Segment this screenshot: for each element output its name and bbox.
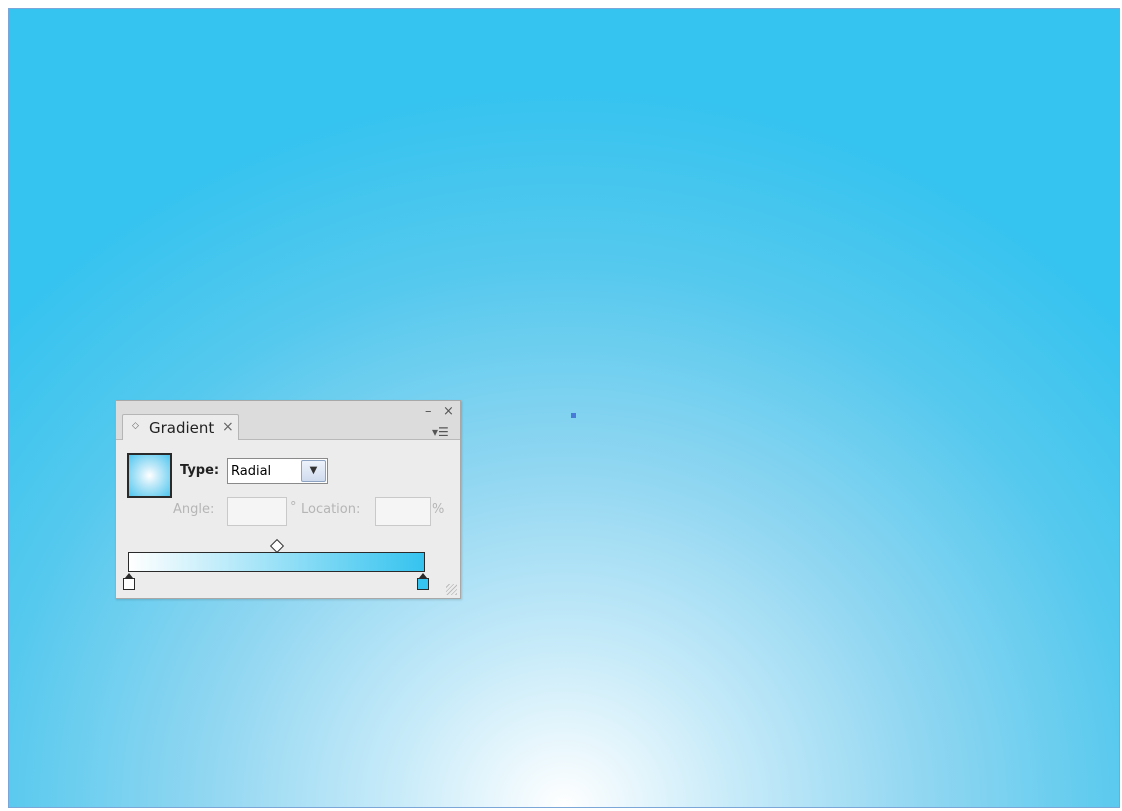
location-unit: % — [432, 502, 445, 517]
panel-titlebar[interactable]: – × ◇ Gradient × ▾☰ — [116, 401, 460, 440]
gradient-midpoint-diamond[interactable] — [269, 538, 285, 554]
tab-arrows-icon[interactable]: ◇ — [132, 421, 139, 431]
type-select[interactable]: Radial ▼ — [227, 458, 328, 484]
gradient-stop-white[interactable] — [123, 573, 135, 590]
close-icon[interactable]: × — [443, 405, 454, 418]
location-label: Location: — [301, 502, 361, 517]
type-select-value: Radial — [231, 464, 272, 479]
gradient-preview-swatch[interactable] — [127, 453, 172, 498]
panel-menu-icon[interactable]: ▾☰ — [432, 425, 449, 439]
minimize-icon[interactable]: – — [425, 405, 432, 418]
gradient-panel: – × ◇ Gradient × ▾☰ Type: Radial ▼ Angle… — [115, 400, 461, 599]
location-input[interactable] — [375, 497, 431, 526]
type-label: Type: — [180, 463, 220, 478]
tab-close-icon[interactable]: × — [222, 419, 234, 435]
resize-grip-icon[interactable] — [446, 584, 457, 595]
chevron-down-icon[interactable]: ▼ — [301, 460, 326, 482]
tab-gradient[interactable]: ◇ Gradient × — [122, 414, 239, 440]
gradient-stop-blue[interactable] — [417, 573, 429, 590]
angle-unit: ° — [290, 500, 297, 515]
gradient-slider[interactable] — [128, 552, 425, 572]
gradient-center-anchor[interactable] — [571, 413, 576, 418]
angle-input[interactable] — [227, 497, 287, 526]
angle-label: Angle: — [173, 502, 215, 517]
tab-label: Gradient — [149, 419, 215, 437]
